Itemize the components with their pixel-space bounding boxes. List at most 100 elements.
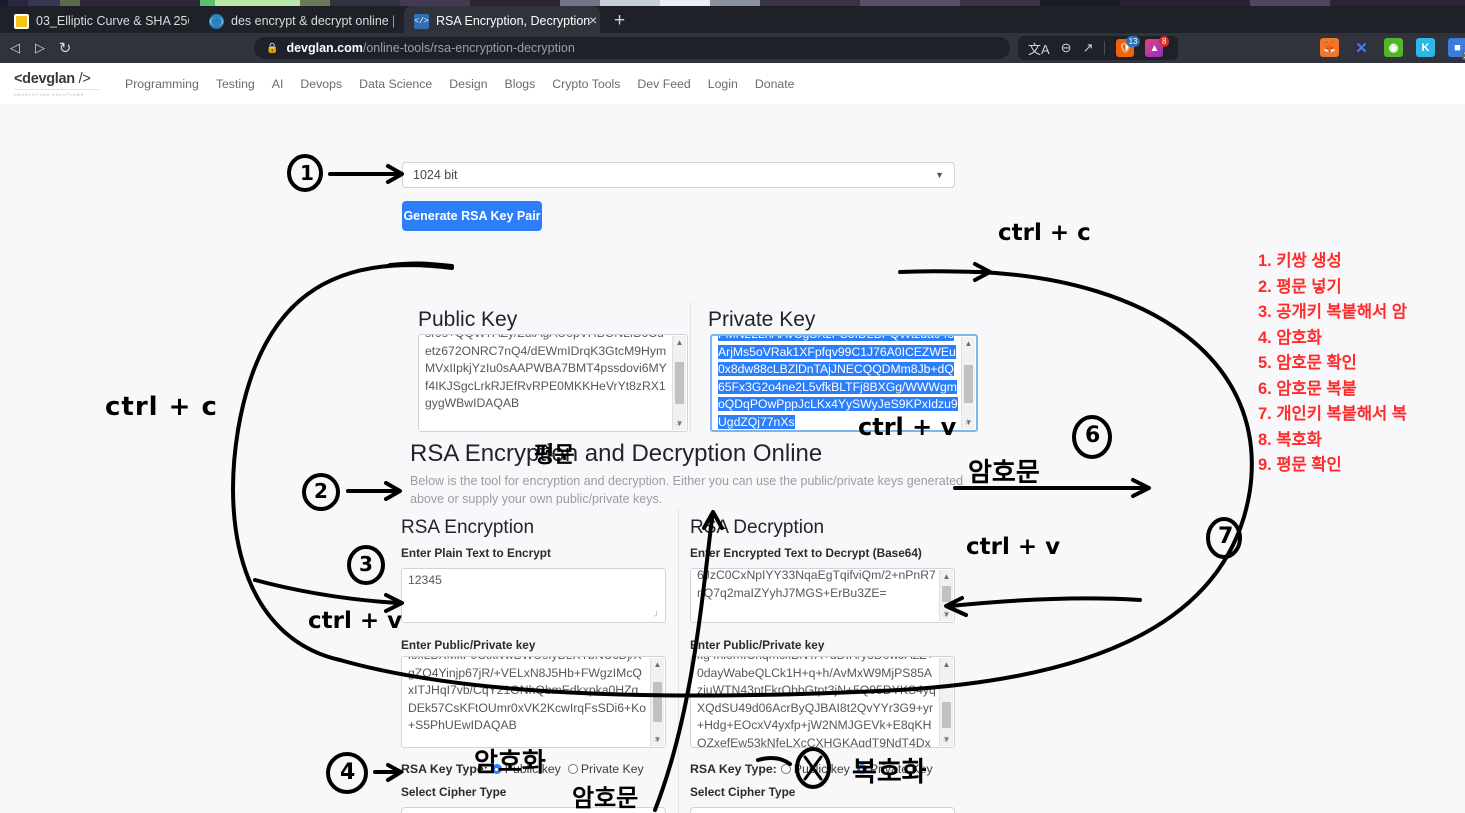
nav-item-crypto-tools[interactable]: Crypto Tools: [552, 77, 620, 91]
decryption-cipher-select[interactable]: RSA/ECB/PKCSIPadding ▼: [690, 807, 955, 813]
keysize-select[interactable]: 1024 bit ▼: [402, 162, 955, 188]
browser-tab-1[interactable]: 03_Elliptic Curve & SHA 256 - Googl: [4, 6, 199, 36]
ink-circle-6-label: 6: [1085, 423, 1101, 448]
checklist-item-5: 5. 암호문 확인: [1258, 354, 1357, 372]
ink-ctrl-v-top-right: ctrl + v: [858, 413, 957, 441]
forward-icon[interactable]: ▷: [30, 38, 50, 58]
resize-handle-icon[interactable]: ╯: [943, 612, 952, 621]
window-icon[interactable]: ■1: [1448, 38, 1465, 60]
encryption-radio-private-label: Private Key: [580, 762, 644, 776]
encryption-key-value: loxLBXMkPJCtkIvwBWUsIyBLKTbNUcDj/XgZQ4Yi…: [408, 657, 647, 732]
encrypted-text-input[interactable]: yys00GFq2RyvUztreBdv5m2c/5niCEIWt9FctqNi…: [690, 568, 955, 623]
globe-icon: [209, 13, 224, 29]
nav-item-design[interactable]: Design: [449, 77, 487, 91]
checklist-item-8: 8. 복호화: [1258, 430, 1322, 449]
browser-tab-2-title: des encrypt & decrypt online | encod: [231, 14, 394, 28]
nav-item-testing[interactable]: Testing: [216, 77, 255, 91]
nav-item-data-science[interactable]: Data Science: [359, 77, 432, 91]
resize-handle-icon[interactable]: ╯: [676, 421, 685, 430]
scroll-up-icon[interactable]: ▲: [940, 658, 953, 671]
nav-item-dev-feed[interactable]: Dev Feed: [637, 77, 690, 91]
browser-tab-2[interactable]: des encrypt & decrypt online | encod: [199, 6, 404, 36]
ink-circle-7-label: 7: [1218, 524, 1234, 549]
decryption-radio-public[interactable]: [780, 764, 791, 774]
nav-item-blogs[interactable]: Blogs: [505, 77, 536, 91]
private-key-scrollbar[interactable]: ▲ ▼: [961, 337, 975, 429]
checklist-item-1: 1. 키쌍 생성: [1258, 252, 1342, 270]
ink-ctrl-v-left: ctrl + v: [308, 608, 403, 634]
browser-tab-3[interactable]: </> RSA Encryption, Decryption And: [404, 6, 600, 36]
shield-extension-icon[interactable]: 🛡 13: [1116, 36, 1141, 57]
encryption-key-input[interactable]: loxLBXMkPJCtkIvwBWUsIyBLKTbNUcDj/XgZQ4Yi…: [401, 656, 666, 748]
nav-item-devops[interactable]: Devops: [300, 77, 342, 91]
tool-content: Select RSA key size 1024 bit ▼ Generate …: [0, 104, 1465, 813]
scroll-up-icon[interactable]: ▲: [651, 658, 664, 671]
public-key-textarea[interactable]: sr9s+QQW7AZy/ZuiAgAUopVHBONLfB6Cuetz672O…: [418, 334, 688, 432]
reload-icon[interactable]: ↻: [55, 38, 75, 58]
translate-icon[interactable]: 文A: [1028, 39, 1050, 58]
decryption-key-label: Enter Public/Private key: [690, 638, 825, 652]
resize-handle-icon[interactable]: ╯: [965, 420, 974, 429]
encryption-radio-private[interactable]: [567, 764, 578, 774]
resize-handle-icon[interactable]: ╯: [654, 612, 663, 621]
checklist-item-9: 9. 평문 확인: [1258, 456, 1342, 474]
checklist-item-7: 7. 개인키 복붙해서 복: [1258, 405, 1407, 423]
scroll-thumb[interactable]: [675, 362, 684, 404]
resize-handle-icon[interactable]: ╯: [943, 737, 952, 746]
omnibox-actions: 文A ⊖ ↗ 🛡 13 ▲ 8: [1018, 36, 1178, 60]
decryption-key-scrollbar[interactable]: ▲ ▼: [939, 658, 953, 746]
checklist-item-4: 4. 암호화: [1258, 328, 1322, 347]
nav-item-programming[interactable]: Programming: [125, 77, 199, 91]
warning-extension-icon[interactable]: ▲ 8: [1145, 36, 1170, 57]
generate-key-pair-button[interactable]: Generate RSA Key Pair: [402, 201, 542, 231]
plug-icon[interactable]: ✕: [1352, 38, 1371, 57]
decryption-radio-public-label: Public key: [793, 762, 850, 776]
scroll-thumb[interactable]: [942, 702, 951, 728]
scroll-thumb[interactable]: [964, 365, 973, 403]
url-domain: devglan.com: [286, 41, 363, 55]
site-logo[interactable]: <devglan /> DEVELOPING SOLUTIONS: [14, 71, 99, 97]
scroll-up-icon[interactable]: ▲: [673, 336, 686, 349]
extension-toolbar: 🦊 ✕ ◉ K ■1 🧩: [1320, 38, 1465, 60]
fox-icon[interactable]: 🦊: [1320, 38, 1339, 57]
scroll-thumb[interactable]: [942, 586, 951, 602]
nav-item-ai[interactable]: AI: [272, 77, 284, 91]
logo-tagline: DEVELOPING SOLUTIONS: [14, 89, 99, 97]
warning-badge-count: 8: [1159, 36, 1170, 47]
share-icon[interactable]: ↗: [1083, 40, 1094, 56]
checklist-item-2: 2. 평문 넣기: [1258, 277, 1342, 296]
zoom-out-icon[interactable]: ⊖: [1061, 40, 1072, 56]
decryption-section-title: RSA Decryption: [690, 517, 825, 538]
decryption-key-input[interactable]: kg4niomICnqmckBNTA+dDIH/y3D0wJA2Z+0dayWa…: [690, 656, 955, 748]
address-bar-url: devglan.com/online-tools/rsa-encryption-…: [286, 41, 574, 55]
encryption-key-label: Enter Public/Private key: [401, 638, 536, 652]
new-tab-icon[interactable]: +: [614, 11, 625, 30]
eye-icon[interactable]: ◉: [1384, 38, 1403, 57]
ink-korean-pyeongmun: 평문: [534, 443, 575, 468]
scroll-up-icon[interactable]: ▲: [962, 337, 975, 350]
ink-korean-amhomun: 암호문: [968, 458, 1040, 488]
ink-korean-amhohwa: 암호화: [474, 748, 546, 778]
encryption-key-scrollbar[interactable]: ▲ ▼: [650, 658, 664, 746]
address-bar[interactable]: 🔒 devglan.com/online-tools/rsa-encryptio…: [254, 37, 1010, 59]
tab-close-icon[interactable]: ×: [589, 12, 597, 28]
chevron-down-icon: ▼: [935, 170, 944, 180]
screenshot-root: 03_Elliptic Curve & SHA 256 - Googl des …: [0, 0, 1465, 813]
ink-korean-bokhohwa: 복호화: [852, 757, 927, 788]
code-icon: </>: [414, 13, 429, 29]
ink-circle-4-label: 4: [340, 760, 356, 785]
k-icon[interactable]: K: [1416, 38, 1435, 57]
scroll-thumb[interactable]: [653, 682, 662, 722]
plain-text-input[interactable]: 12345 ╯: [401, 568, 666, 623]
scroll-up-icon[interactable]: ▲: [940, 570, 953, 583]
keys-column-divider: [690, 302, 691, 432]
ink-ctrl-c-left: ctrl + c: [105, 392, 218, 422]
public-key-scrollbar[interactable]: ▲ ▼: [672, 336, 686, 430]
nav-item-donate[interactable]: Donate: [755, 77, 795, 91]
encrypted-text-label: Enter Encrypted Text to Decrypt (Base64): [690, 546, 922, 560]
resize-handle-icon[interactable]: ╯: [654, 737, 663, 746]
page-title: RSA Encryption and Decryption Online: [410, 440, 823, 467]
back-icon[interactable]: ◁: [5, 38, 25, 58]
ink-ctrl-v-right: ctrl + v: [966, 534, 1061, 560]
nav-item-login[interactable]: Login: [708, 77, 738, 91]
